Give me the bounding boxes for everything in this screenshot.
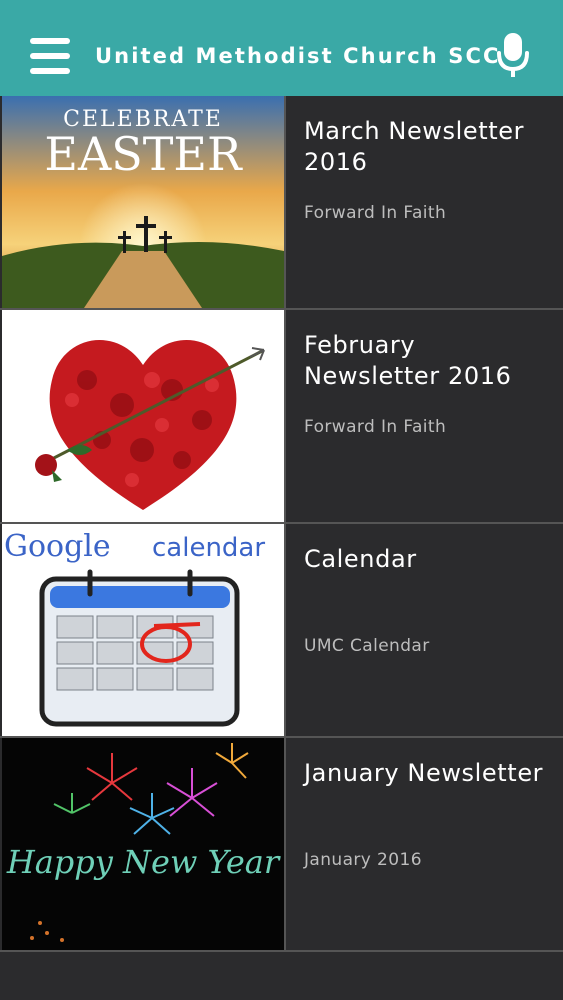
microphone-icon[interactable] (496, 32, 530, 78)
list-item[interactable]: February Newsletter 2016 Forward In Fait… (0, 310, 563, 524)
item-info: March Newsletter 2016 Forward In Faith (304, 116, 554, 223)
newsletter-list: CELEBRATE EASTER March Newsletter 2016 F… (0, 96, 563, 952)
app-bar: United Methodist Church SCC (0, 0, 563, 96)
google-calendar-image-text-1: Google (4, 529, 111, 564)
hamburger-menu-icon[interactable] (30, 38, 70, 74)
list-item[interactable]: Google calendar Calendar UMC Calendar (0, 524, 563, 738)
app-title: United Methodist Church SCC (95, 44, 501, 68)
item-subtitle: Forward In Faith (304, 417, 447, 437)
item-subtitle: January 2016 (304, 850, 422, 870)
google-calendar-thumbnail: Google calendar (2, 524, 286, 736)
item-info: Calendar UMC Calendar (304, 544, 554, 656)
easter-image-text-2: EASTER (44, 127, 243, 181)
new-year-image-text: Happy New Year (6, 843, 281, 881)
item-info: January Newsletter January 2016 (304, 758, 554, 870)
google-calendar-image-text-2: calendar (152, 533, 265, 563)
easter-thumbnail: CELEBRATE EASTER (2, 96, 286, 308)
item-title: February Newsletter 2016 (304, 331, 512, 390)
list-item[interactable]: Happy New Year January Newsletter Januar… (0, 738, 563, 952)
fireworks-thumbnail: Happy New Year (2, 738, 286, 950)
item-info: February Newsletter 2016 Forward In Fait… (304, 330, 554, 437)
item-subtitle: Forward In Faith (304, 203, 447, 223)
item-title: March Newsletter 2016 (304, 117, 525, 176)
rose-heart-thumbnail (2, 310, 286, 522)
list-item[interactable]: CELEBRATE EASTER March Newsletter 2016 F… (0, 96, 563, 310)
item-title: Calendar (304, 545, 417, 573)
item-title: January Newsletter (304, 759, 544, 787)
item-subtitle: UMC Calendar (304, 636, 430, 656)
